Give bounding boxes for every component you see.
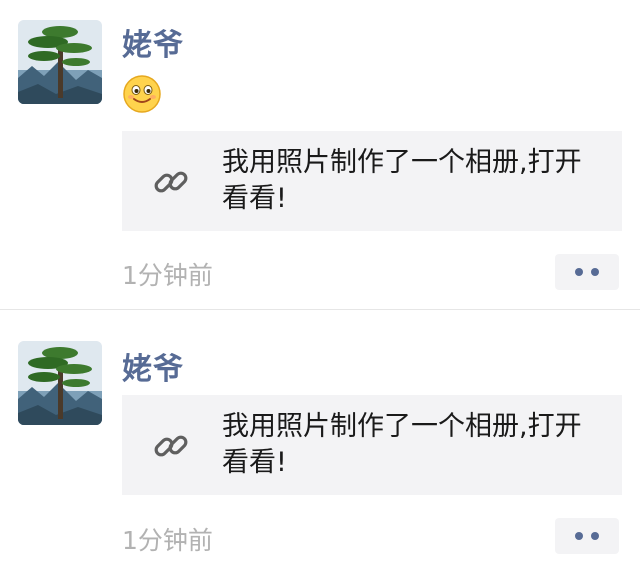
post-timestamp: 1分钟前 [122, 261, 213, 290]
pine-tree-landscape-avatar [18, 341, 102, 425]
link-icon [152, 163, 190, 201]
post-timestamp: 1分钟前 [122, 526, 213, 555]
smile-emoji-icon [122, 74, 162, 114]
more-dots-icon [575, 532, 583, 540]
link-title: 我用照片制作了一个相册,打开 看看! [222, 147, 582, 214]
moment-post: 姥爷 我用照片制作了一个相册,打开 看看! 1分钟前 [0, 310, 640, 573]
author-name[interactable]: 姥爷 [122, 20, 184, 64]
avatar[interactable] [18, 20, 102, 104]
link-title: 我用照片制作了一个相册,打开 看看! [222, 411, 582, 478]
more-button[interactable] [555, 518, 619, 554]
moment-post: 姥爷 我用照片制作了一个相册,打开 看看! 1分钟前 [0, 0, 640, 309]
author-name[interactable]: 姥爷 [122, 344, 184, 388]
link-icon [152, 427, 190, 465]
shared-link-card[interactable]: 我用照片制作了一个相册,打开 看看! [122, 131, 622, 231]
more-button[interactable] [555, 254, 619, 290]
avatar[interactable] [18, 341, 102, 425]
pine-tree-landscape-avatar [18, 20, 102, 104]
shared-link-card[interactable]: 我用照片制作了一个相册,打开 看看! [122, 395, 622, 495]
more-dots-icon [575, 268, 583, 276]
